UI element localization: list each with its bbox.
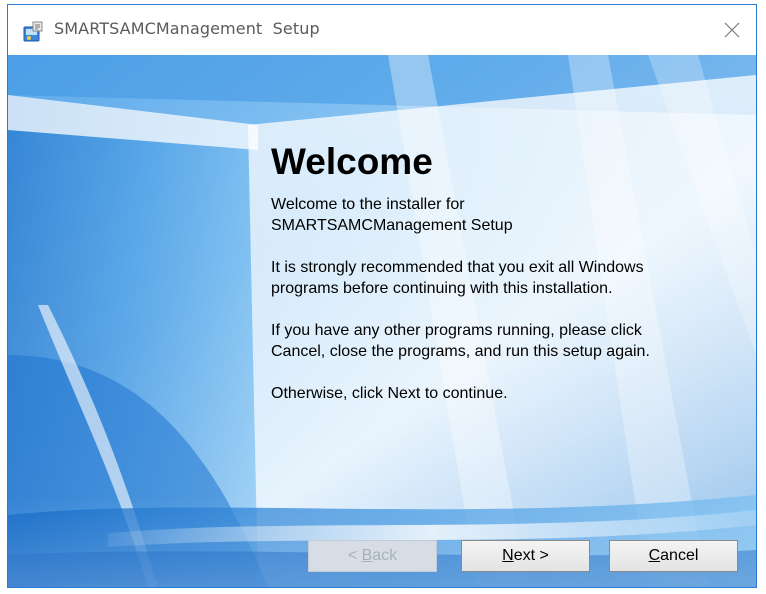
running-programs-text: If you have any other programs running, … (271, 322, 650, 360)
cancel-button[interactable]: Cancel (609, 540, 738, 572)
title-bar[interactable]: SMARTSAMCManagement Setup (8, 5, 756, 55)
intro-text: Welcome to the installer for SMARTSAMCMa… (271, 196, 513, 234)
continue-instruction-text: Otherwise, click Next to continue. (271, 385, 508, 402)
page-heading: Welcome (271, 141, 433, 182)
window-title: SMARTSAMCManagement Setup (54, 19, 320, 38)
close-button[interactable] (710, 5, 756, 55)
next-button[interactable]: Next > (461, 540, 590, 572)
back-button[interactable]: < Back (308, 540, 437, 572)
cancel-button-label: Cancel (648, 547, 699, 564)
next-button-label: Next > (502, 547, 549, 564)
recommendation-text: It is strongly recommended that you exit… (271, 259, 644, 297)
wizard-page: Welcome Welcome to the installer for SMA… (8, 55, 756, 587)
welcome-content: Welcome Welcome to the installer for SMA… (271, 140, 741, 425)
back-button-label: < Back (347, 547, 398, 564)
close-icon (724, 22, 740, 38)
installer-icon (22, 21, 44, 43)
setup-window: SMARTSAMCManagement Setup Welcome Welcom… (7, 4, 757, 588)
